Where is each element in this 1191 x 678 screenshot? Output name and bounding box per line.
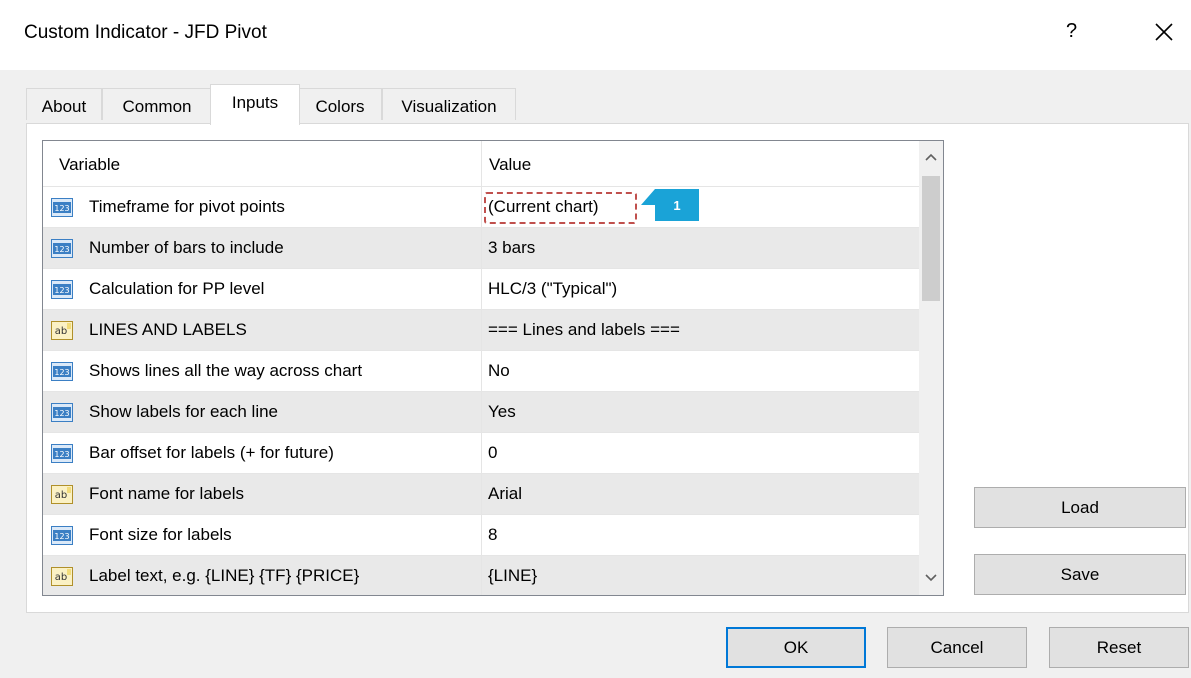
int-icon: 123 [51,198,73,217]
variable-name: Number of bars to include [89,238,284,257]
variable-value[interactable]: 3 bars [488,238,535,258]
cell-divider [481,351,482,392]
cell-divider [481,515,482,556]
callout-badge: 1 [655,189,699,221]
table-row[interactable]: 123 Calculation for PP level HLC/3 ("Typic… [43,268,919,310]
tab-about[interactable]: About [26,88,102,120]
variable-name: Font name for labels [89,484,244,503]
variable-name: Timeframe for pivot points [89,197,285,216]
table-row[interactable]: 123 Bar offset for labels (+ for future) 0 [43,432,919,474]
cell-divider [481,474,482,515]
tab-colors[interactable]: Colors [298,88,382,120]
int-icon: 123 [51,280,73,299]
cell-divider [481,433,482,474]
svg-text:123: 123 [54,286,69,295]
svg-text:123: 123 [54,532,69,541]
variable-name: Show labels for each line [89,402,279,421]
variable-name: LINES AND LABELS [89,320,247,339]
svg-text:123: 123 [54,245,69,254]
string-icon: ab [51,321,73,340]
variable-value[interactable]: HLC/3 ("Typical") [488,279,617,299]
grid-header: Variable Value [43,141,919,186]
string-icon: ab [51,567,73,586]
table-row[interactable]: 123 Number of bars to include 3 bars [43,227,919,269]
table-row[interactable]: ab LINES AND LABELS === Lines and labels =… [43,309,919,351]
help-button[interactable]: ? [1066,20,1077,43]
variable-value[interactable]: 0 [488,443,497,463]
int-icon: 123 [51,444,73,463]
variable-value[interactable]: 8 [488,525,497,545]
variable-name: Calculation for PP level [89,279,265,298]
tab-common[interactable]: Common [102,88,212,120]
scrollbar-thumb[interactable] [922,176,940,301]
ok-button[interactable]: OK [726,627,866,668]
variable-value[interactable]: === Lines and labels === [488,320,680,340]
inputs-grid[interactable]: Variable Value 123 Timeframe for pivot po… [42,140,944,596]
table-row[interactable]: ab Font name for labels Arial [43,473,919,515]
scroll-up-icon[interactable] [919,145,943,175]
table-row[interactable]: 123 Show labels for each line Yes [43,391,919,433]
tab-inputs[interactable]: Inputs [210,84,300,125]
variable-name: Shows lines all the way across chart [89,361,363,380]
cell-divider [481,556,482,595]
variable-value[interactable]: {LINE} [488,566,537,586]
variable-name: Label text, e.g. {LINE} {TF} {PRICE} [89,566,360,585]
cell-divider [481,269,482,310]
load-button[interactable]: Load [974,487,1186,528]
svg-text:123: 123 [54,204,69,213]
close-icon[interactable] [1150,14,1180,48]
title-bar: Custom Indicator - JFD Pivot ? [0,0,1191,70]
string-icon: ab [51,485,73,504]
int-icon: 123 [51,362,73,381]
svg-text:ab: ab [55,572,67,583]
int-icon: 123 [51,526,73,545]
int-icon: 123 [51,403,73,422]
svg-text:123: 123 [54,368,69,377]
cell-divider [481,228,482,269]
svg-text:ab: ab [55,490,67,501]
cell-divider [481,392,482,433]
window-title: Custom Indicator - JFD Pivot [24,22,267,43]
reset-button[interactable]: Reset [1049,627,1189,668]
table-row[interactable]: 123 Shows lines all the way across chart N… [43,350,919,392]
tab-visualization[interactable]: Visualization [382,88,516,120]
vertical-scrollbar[interactable] [919,141,943,595]
callout-pointer [641,189,655,205]
highlight-box [484,192,637,224]
variable-value[interactable]: No [488,361,510,381]
value-column-header[interactable]: Value [489,155,531,175]
table-row[interactable]: 123 Timeframe for pivot points (Current ch… [43,186,919,228]
variable-column-header[interactable]: Variable [59,155,120,175]
table-row[interactable]: 123 Font size for labels 8 [43,514,919,556]
variable-value[interactable]: Arial [488,484,522,504]
variable-value[interactable]: Yes [488,402,516,422]
table-row[interactable]: ab Label text, e.g. {LINE} {TF} {PRICE} {L… [43,555,919,595]
cancel-button[interactable]: Cancel [887,627,1027,668]
save-button[interactable]: Save [974,554,1186,595]
svg-text:ab: ab [55,326,67,337]
svg-text:123: 123 [54,450,69,459]
cell-divider [481,187,482,228]
int-icon: 123 [51,239,73,258]
variable-name: Font size for labels [89,525,232,544]
scroll-down-icon[interactable] [919,565,943,595]
svg-text:123: 123 [54,409,69,418]
column-divider[interactable] [481,141,482,186]
variable-name: Bar offset for labels (+ for future) [89,443,334,462]
cell-divider [481,310,482,351]
